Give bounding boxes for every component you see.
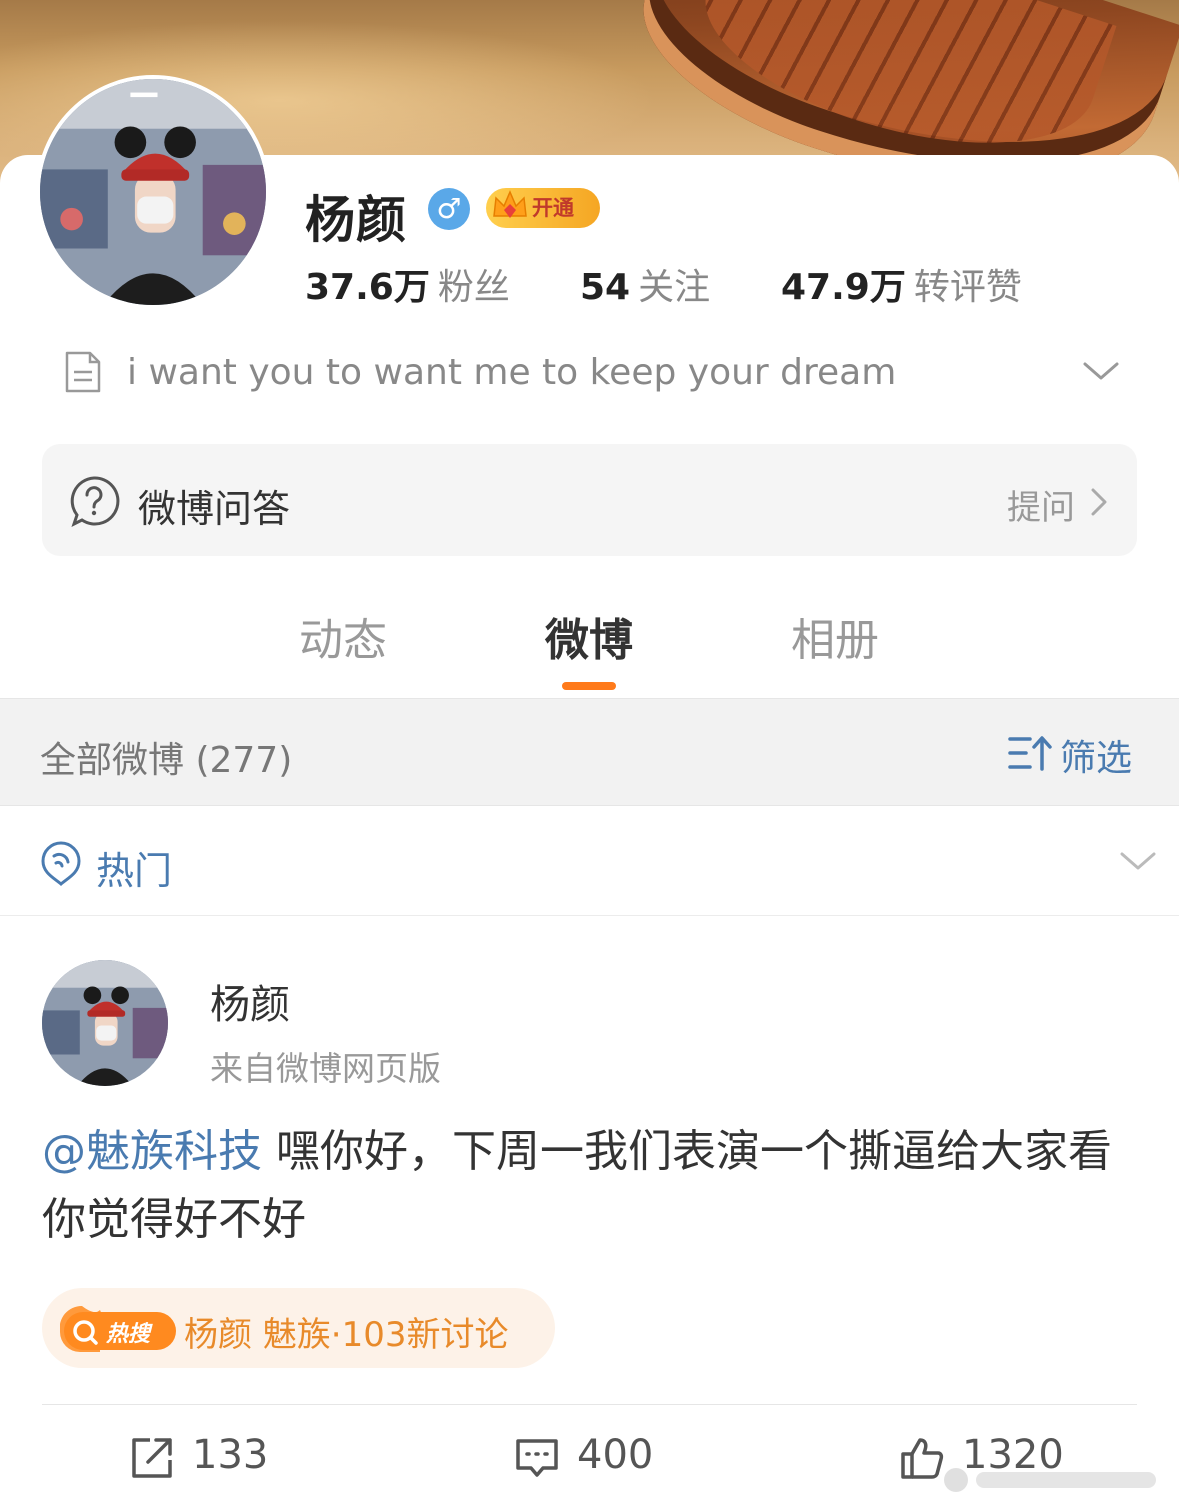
repost-count: 133 [192,1432,269,1478]
crown-icon [493,190,527,218]
qa-title: 微博问答 [138,487,291,531]
qa-ask-button[interactable]: 提问 [1007,480,1075,529]
post-divider [42,1404,1137,1405]
profile-bio[interactable]: i want you to want me to keep your dream [62,348,1142,398]
hot-badge-text: 热搜 [105,1321,153,1346]
tab-album[interactable]: 相册 [791,604,879,668]
stat-following-count: 54 [580,267,631,308]
stat-following[interactable]: 54 关注 [580,258,710,310]
profile-name: 杨颜 [305,191,407,249]
stat-interactions-count: 47.9万 [781,267,906,308]
filter-sort-icon[interactable] [1008,733,1052,773]
vip-open-label: 开通 [532,196,574,220]
tab-activity[interactable]: 动态 [299,604,387,668]
post-mention-link[interactable]: @魅族科技 [42,1126,262,1177]
watermark-overlay [944,1468,1156,1492]
stat-followers-count: 37.6万 [305,267,430,308]
question-bubble-icon [70,476,120,527]
filter-button[interactable]: 筛选 [1060,729,1132,781]
avatar-photo [42,960,168,1086]
chevron-down-icon[interactable] [1082,356,1120,386]
hot-bubble-icon [41,841,81,886]
all-weibo-count: 全部微博 (277) [40,740,293,781]
gender-male-icon: ♂ [428,188,470,230]
hot-search-chip[interactable]: 热搜 杨颜 魅族·103新讨论 [42,1288,555,1368]
repost-icon [132,1438,172,1478]
post-author-avatar[interactable] [42,960,168,1086]
post-author-name[interactable]: 杨颜 [210,972,290,1030]
active-tab-indicator [562,682,616,690]
comment-count: 400 [577,1432,654,1478]
weibo-qa-bar[interactable]: 微博问答 提问 [42,444,1137,556]
stat-followers-label: 粉丝 [437,267,510,308]
post-source: 来自微博网页版 [210,1049,441,1088]
hot-sort-selector[interactable]: 热门 [0,806,1179,916]
document-icon [65,351,101,393]
avatar-photo [40,79,266,305]
chevron-down-icon [1120,852,1156,870]
stat-following-label: 关注 [638,267,711,308]
comment-icon [516,1439,558,1477]
tab-weibo[interactable]: 微博 [545,604,633,668]
hot-topic-text: 杨颜 魅族·103新讨论 [184,1315,509,1355]
thumbs-up-icon [901,1438,944,1479]
stat-followers[interactable]: 37.6万 粉丝 [305,258,510,310]
bio-text: i want you to want me to keep your dream [127,352,897,393]
feed-filter-bar: 全部微博 (277) 筛选 [0,698,1179,806]
stat-interactions[interactable]: 47.9万 转评赞 [781,258,1022,310]
profile-tabs: 动态 微博 相册 [0,604,1179,694]
stat-interactions-label: 转评赞 [913,267,1022,308]
profile-avatar[interactable] [36,75,270,309]
vip-open-button[interactable]: 开通 [486,188,600,228]
post-body[interactable]: @魅族科技 嘿你好，下周一我们表演一个撕逼给大家看你觉得好不好 [42,1118,1137,1254]
hot-label: 热门 [96,849,173,893]
chevron-right-icon [1091,488,1107,516]
